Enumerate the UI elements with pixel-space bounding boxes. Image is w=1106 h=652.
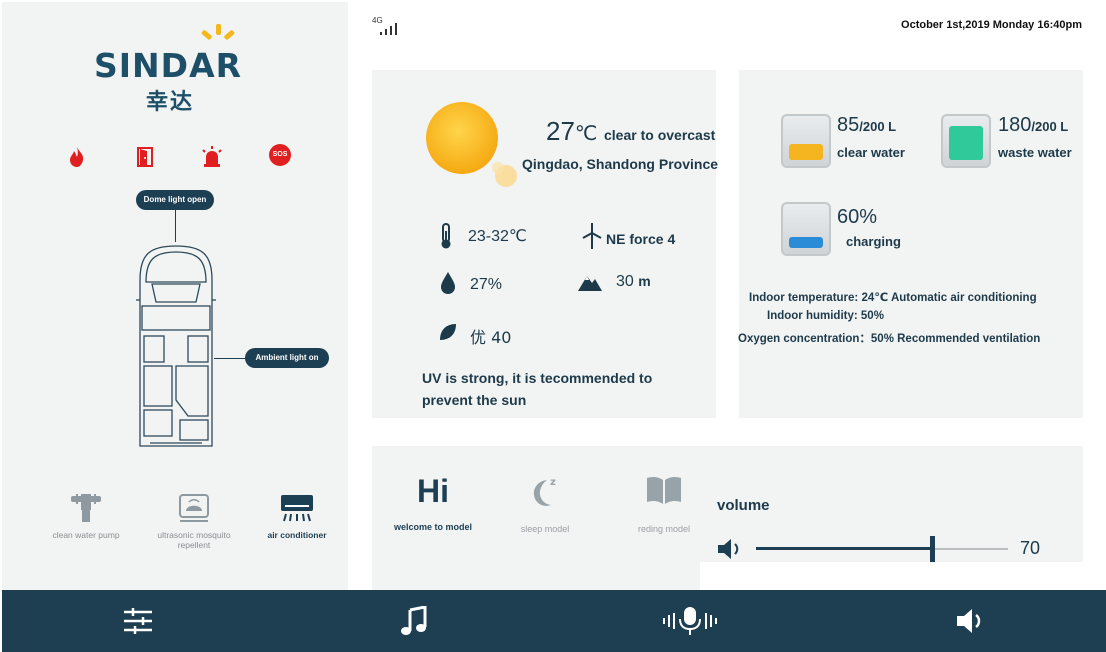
nav-settings-button[interactable] [98, 590, 178, 652]
clear-water-value: 85 [837, 114, 860, 136]
clear-water-level: 85/200 L [837, 114, 896, 137]
mode-sleep[interactable]: z sleep model [506, 472, 584, 534]
device-label-ultrasonic: ultrasonic mosquito repellent [157, 530, 231, 550]
device-label-pump: clean water pump [52, 530, 120, 540]
battery-level: 60% [837, 206, 878, 228]
music-note-icon [401, 606, 427, 635]
mode-sleep-label: sleep model [520, 524, 570, 534]
clear-water-tank-icon [781, 114, 831, 168]
environment-card: 85/200 L clear water 180/200 L waste wat… [738, 70, 1083, 418]
left-panel: SINDAR 幸达 SOS Dome light open Ambient li… [2, 2, 348, 590]
battery-fill [789, 237, 823, 248]
temp-value: 27 [546, 116, 575, 146]
sun-logo-icon [201, 24, 235, 40]
door-icon[interactable] [136, 146, 154, 168]
mode-reading[interactable]: reding model [625, 472, 703, 534]
alarm-icon[interactable] [201, 146, 223, 168]
bottom-nav-bar [2, 590, 1106, 652]
nav-music-button[interactable] [374, 590, 454, 652]
indoor-humidity: Indoor humidity: 50% [767, 310, 884, 322]
sos-icon[interactable]: SOS [269, 144, 291, 166]
clear-water-capacity: /200 L [859, 119, 897, 134]
ultrasonic-icon [179, 494, 209, 522]
waste-water-level: 180/200 L [998, 114, 1068, 137]
brand-chinese: 幸达 [146, 90, 195, 115]
volume-slider-fill [756, 547, 932, 550]
mode-welcome-label: welcome to model [393, 522, 473, 532]
volume-speaker-icon[interactable] [716, 536, 744, 562]
fire-icon[interactable] [68, 146, 86, 168]
volume-slider-handle[interactable] [930, 536, 935, 562]
moon-icon: z [533, 477, 556, 506]
nav-voice-button[interactable] [650, 590, 730, 652]
date-time: October 1st,2019 Monday 16:40pm [901, 19, 1082, 31]
uv-advice-line1: UV is strong, it is tecommended to [422, 370, 653, 386]
book-icon [647, 476, 681, 504]
mode-welcome[interactable]: Hi welcome to model [390, 472, 476, 532]
weather-location: Qingdao, Shandong Province [522, 156, 719, 172]
wind-turbine-icon [582, 223, 602, 249]
device-ultrasonic[interactable]: ultrasonic mosquito repellent [144, 492, 244, 550]
humidity-drop-icon [441, 272, 455, 294]
air-quality-cn: 优 [470, 328, 487, 347]
air-conditioner-icon [281, 495, 313, 522]
battery-icon [781, 202, 831, 256]
weather-card: 27℃ clear to overcast Qingdao, Shandong … [372, 70, 719, 418]
device-clean-water-pump[interactable]: clean water pump [44, 492, 128, 540]
air-quality-value: 40 [491, 328, 512, 347]
waste-water-tank-icon [941, 114, 991, 168]
altitude-value: 30 [616, 273, 634, 290]
volume-label: volume [717, 497, 770, 514]
mountain-icon [578, 276, 602, 291]
clear-water-fill [789, 144, 823, 160]
current-temperature: 27℃ [546, 116, 597, 147]
signal-icon [380, 23, 397, 35]
svg-text:z: z [550, 477, 556, 488]
battery-status: charging [846, 234, 901, 249]
nav-sound-button[interactable] [930, 590, 1010, 652]
waste-water-value: 180 [998, 114, 1032, 136]
water-pump-icon [71, 494, 101, 522]
weather-condition: clear to overcast [604, 127, 716, 143]
settings-sliders-icon [124, 608, 152, 634]
oxygen-concentration: Oxygen concentration：50% Recommended ven… [738, 333, 1041, 345]
volume-value: 70 [1020, 538, 1041, 558]
waste-water-fill [949, 126, 983, 160]
mode-reading-label: reding model [637, 524, 691, 534]
device-air-conditioner[interactable]: air conditioner [254, 492, 340, 540]
outdoor-humidity: 27% [470, 276, 503, 293]
hi-icon: Hi [417, 473, 449, 509]
temp-unit: ℃ [574, 123, 598, 145]
waste-water-label: waste water [998, 145, 1072, 160]
sunny-weather-icon [426, 102, 517, 187]
indoor-temperature: Indoor temperature: 24℃ Automatic air co… [749, 292, 1037, 304]
sos-label: SOS [272, 151, 288, 158]
ambient-light-tag[interactable]: Ambient light on [245, 348, 329, 368]
dome-light-leader [175, 210, 176, 242]
device-label-ac: air conditioner [267, 530, 327, 540]
altitude-unit: m [638, 273, 651, 289]
clear-water-label: clear water [837, 145, 905, 160]
thermometer-icon [441, 223, 451, 249]
vehicle-floorplan [136, 245, 216, 447]
microphone-icon [663, 607, 717, 635]
air-quality: 优 40 [470, 324, 511, 348]
dome-light-tag[interactable]: Dome light open [136, 190, 214, 210]
waste-water-capacity: /200 L [1031, 119, 1069, 134]
altitude: 30 m [616, 273, 651, 291]
uv-advice-line2: prevent the sun [422, 392, 527, 408]
leaf-icon [440, 324, 456, 340]
volume-area-bg [700, 562, 1083, 590]
wind-level: NE force 4 [606, 231, 676, 247]
brand-name-left: SIND [94, 46, 190, 85]
speaker-icon [957, 609, 981, 633]
temperature-range: 23-32℃ [468, 228, 527, 245]
